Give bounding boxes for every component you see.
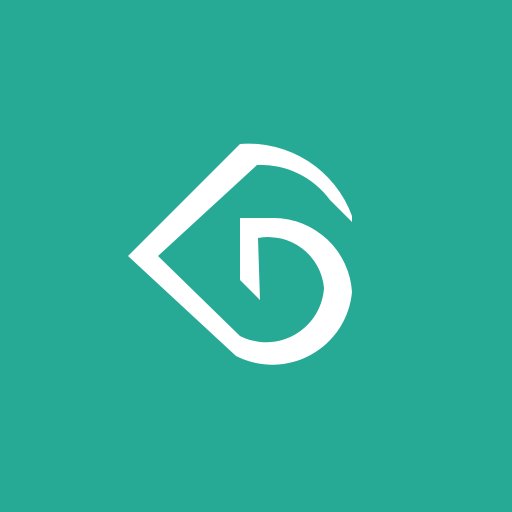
app-icon-canvas — [0, 0, 512, 512]
gofundme-heart-g-logo-icon — [0, 0, 512, 512]
